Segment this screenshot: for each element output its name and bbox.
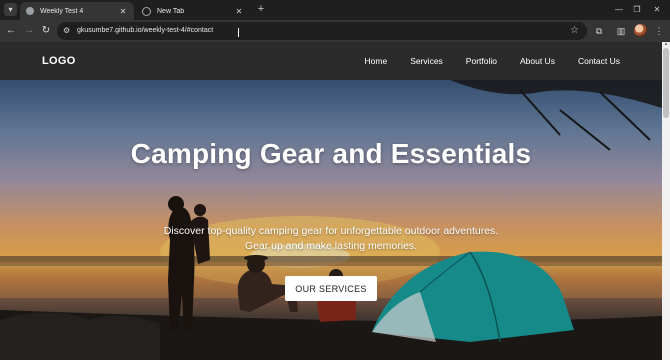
forward-icon[interactable]: → — [22, 24, 36, 38]
web-page: LOGO Home Services Portfolio About Us Co… — [0, 42, 662, 360]
globe-icon — [142, 6, 151, 16]
site-menu: Home Services Portfolio About Us Contact… — [365, 42, 620, 80]
hero-subtitle: Discover top-quality camping gear for un… — [0, 224, 662, 254]
tab-title: Weekly Test 4 — [40, 7, 84, 15]
tab-new-tab[interactable]: New Tab ✕ — [136, 2, 250, 20]
browser-tab-strip: ▾ Weekly Test 4 ✕ New Tab ✕ + — ❐ ✕ — [0, 0, 670, 20]
nav-services-link[interactable]: Services — [410, 56, 443, 66]
extensions-icon[interactable]: ⧉ — [592, 24, 606, 38]
site-logo[interactable]: LOGO — [42, 42, 76, 80]
scrollbar-thumb[interactable] — [663, 48, 669, 118]
our-services-button[interactable]: OUR SERVICES — [285, 276, 377, 301]
browser-toolbar: ← → ↻ ⚙ gkusumbe7.github.io/weekly-test-… — [0, 20, 670, 42]
address-bar[interactable]: ⚙ gkusumbe7.github.io/weekly-test-4/#con… — [57, 22, 587, 40]
text-cursor-icon — [238, 28, 242, 37]
tab-search-icon[interactable]: ▾ — [4, 3, 17, 16]
profile-avatar[interactable] — [634, 24, 647, 37]
hero-subtitle-line-1: Discover top-quality camping gear for un… — [163, 225, 499, 237]
chrome-menu-icon[interactable]: ⋮ — [652, 24, 666, 38]
hero-subtitle-line-2: Gear up and make lasting memories. — [244, 240, 418, 252]
site-navbar: LOGO Home Services Portfolio About Us Co… — [0, 42, 662, 80]
page-scrollbar[interactable]: ▲ — [662, 42, 670, 360]
hero-overlay — [0, 80, 662, 360]
nav-home-link[interactable]: Home — [365, 56, 388, 66]
nav-portfolio-link[interactable]: Portfolio — [466, 56, 497, 66]
nav-about-link[interactable]: About Us — [520, 56, 555, 66]
hero-title: Camping Gear and Essentials — [130, 138, 532, 169]
minimize-icon[interactable]: — — [612, 3, 626, 16]
tab-title: New Tab — [157, 7, 185, 15]
hero-section: Camping Gear and Essentials Discover top… — [0, 80, 662, 360]
window-close-icon[interactable]: ✕ — [650, 3, 664, 16]
new-tab-button[interactable]: + — [255, 3, 267, 16]
reload-icon[interactable]: ↻ — [39, 24, 53, 38]
nav-contact-link[interactable]: Contact Us — [578, 56, 620, 66]
site-info-icon[interactable]: ⚙ — [63, 25, 70, 37]
restore-icon[interactable]: ❐ — [630, 3, 644, 16]
bookmark-star-icon[interactable]: ☆ — [570, 22, 579, 40]
page-favicon-icon — [26, 7, 34, 15]
side-panel-icon[interactable]: ▥ — [614, 24, 628, 38]
scroll-up-arrow-icon[interactable]: ▲ — [663, 42, 669, 47]
url-text[interactable]: gkusumbe7.github.io/weekly-test-4/#conta… — [77, 22, 213, 40]
close-tab-icon[interactable]: ✕ — [234, 7, 244, 16]
tab-weekly-test[interactable]: Weekly Test 4 ✕ — [20, 2, 134, 20]
close-tab-icon[interactable]: ✕ — [118, 7, 128, 16]
back-icon[interactable]: ← — [4, 24, 18, 38]
